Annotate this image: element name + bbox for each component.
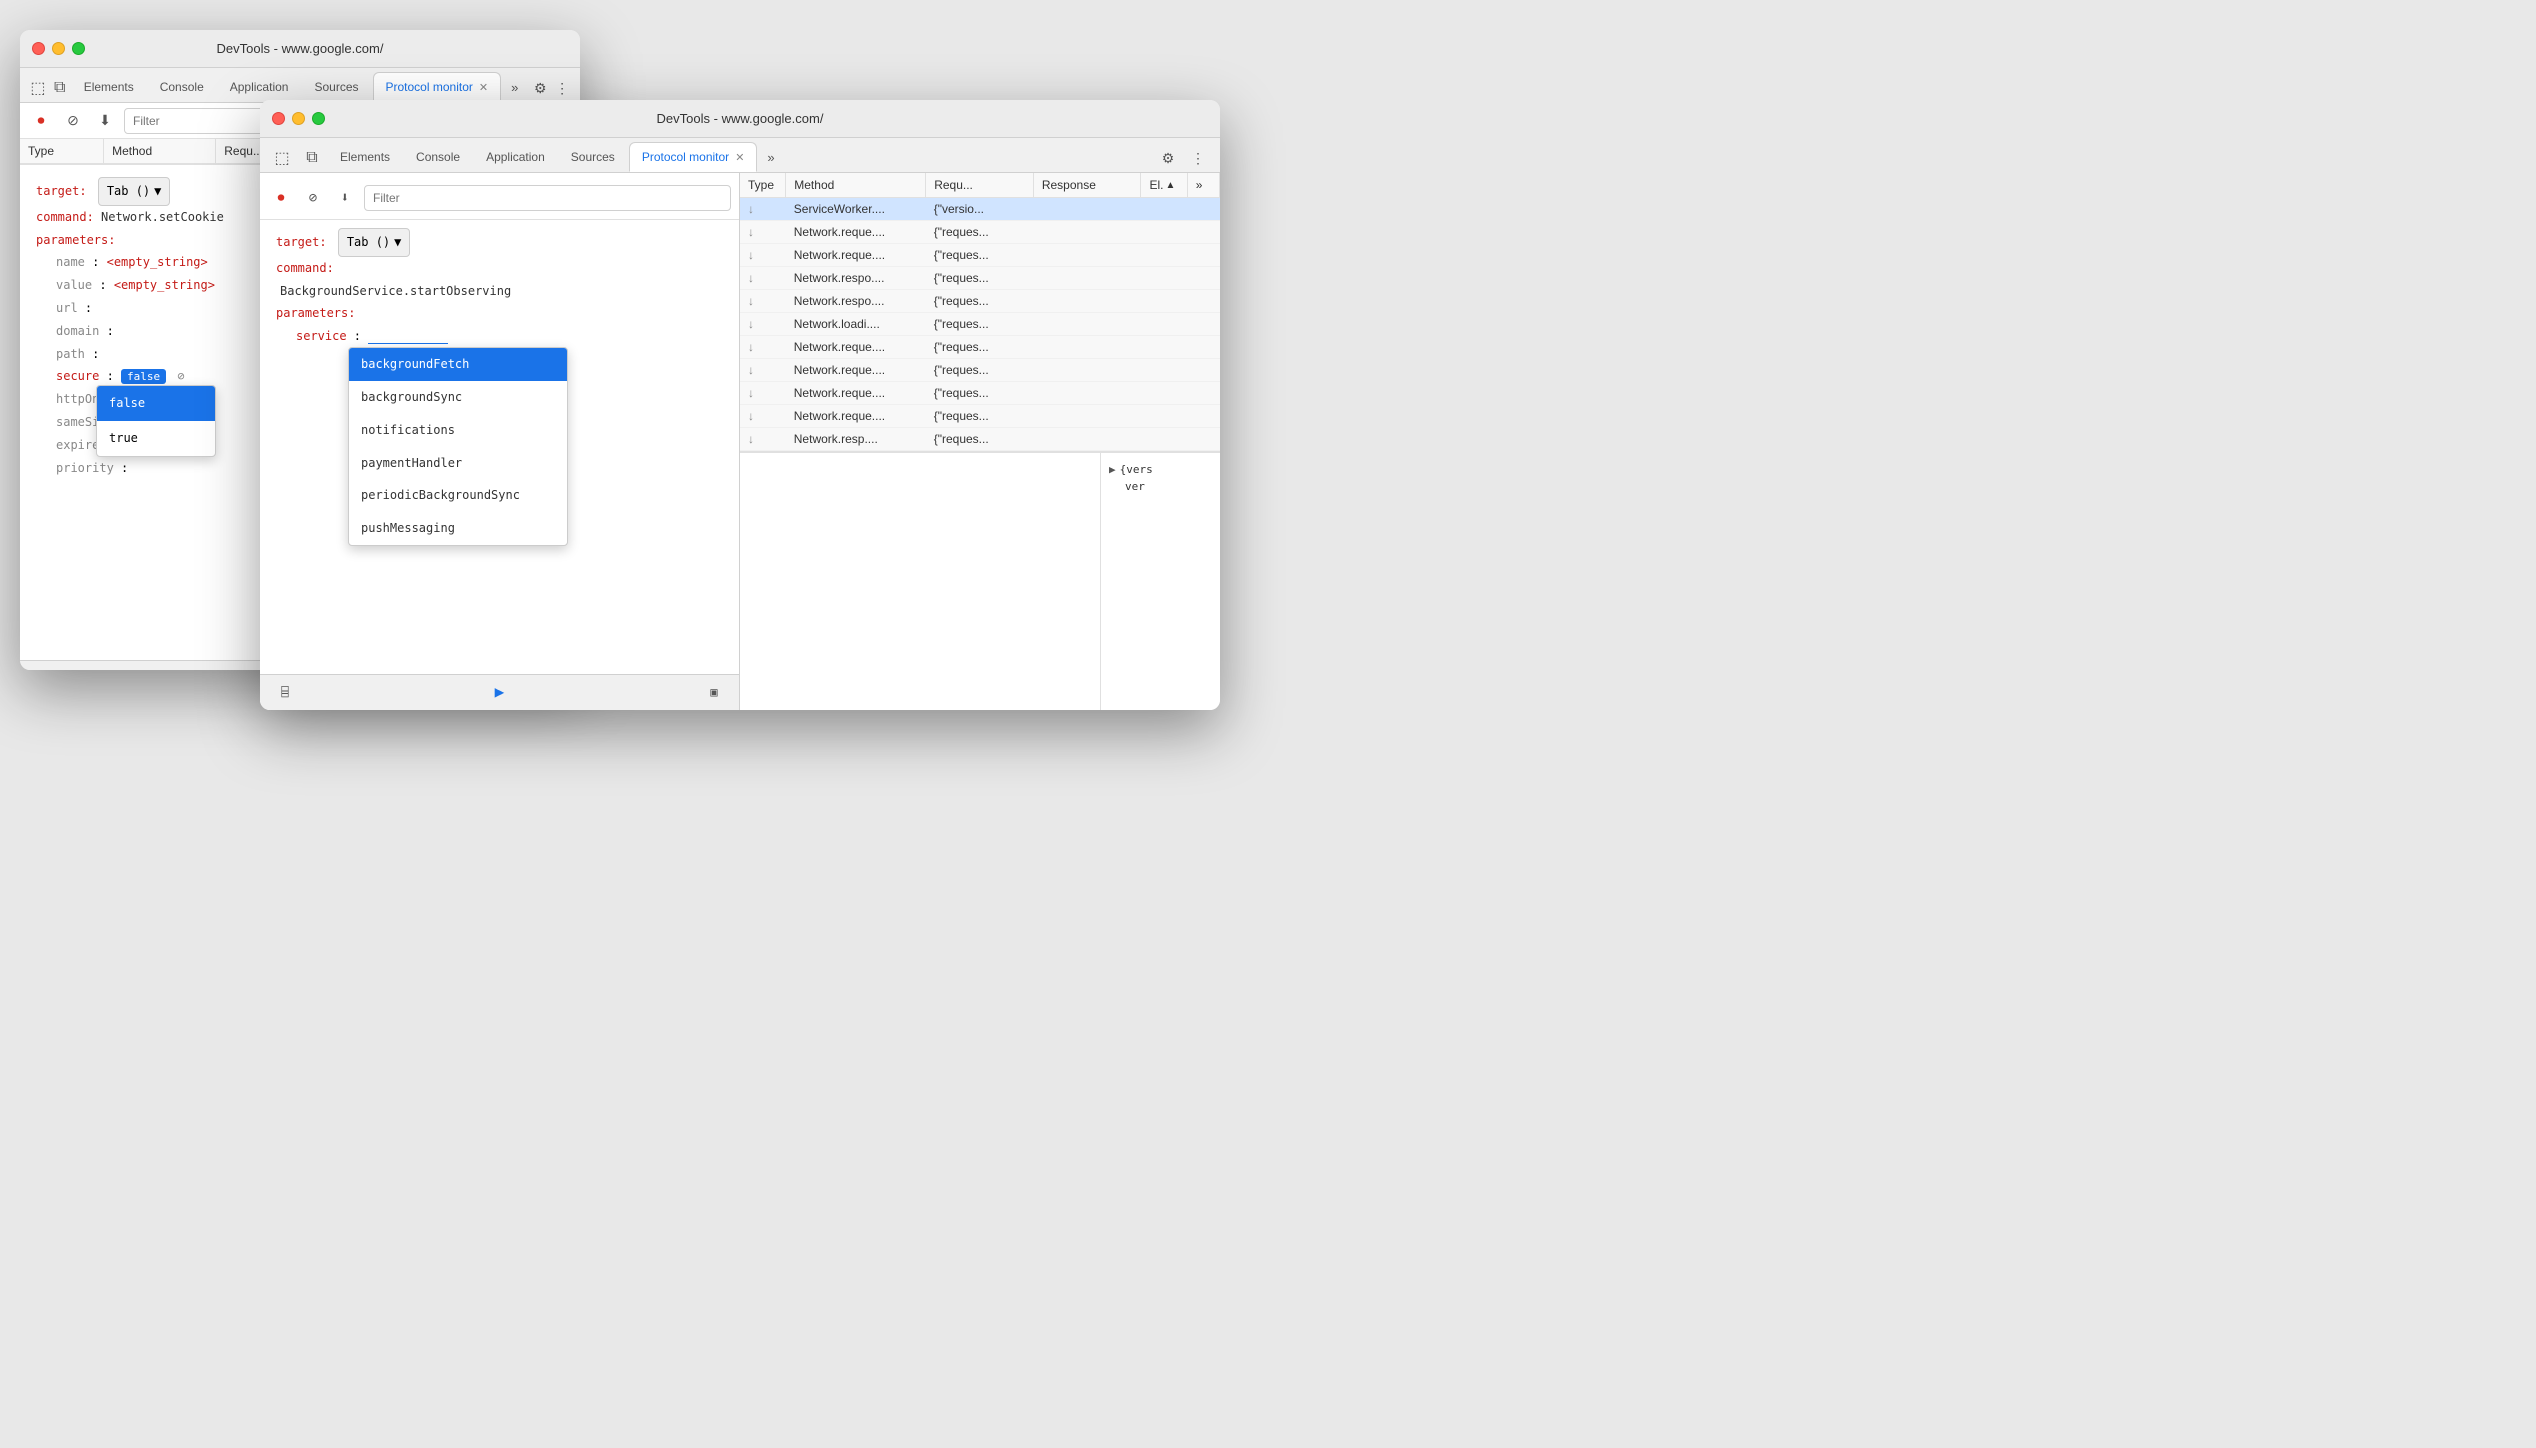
maximize-button-front[interactable]: [312, 112, 325, 125]
download-back[interactable]: ⬇: [92, 108, 118, 134]
tab-elements-front[interactable]: Elements: [328, 142, 402, 172]
service-autocomplete: backgroundFetch backgroundSync notificat…: [348, 347, 568, 546]
tab-bar-back: ⬚ ⧉ Elements Console Application Sources…: [20, 68, 580, 103]
autocomplete-pushMessaging[interactable]: pushMessaging: [349, 512, 567, 545]
front-body: ⏺ ⊘ ⬇ target: Tab () ▼ command: Backgrou…: [260, 173, 1220, 710]
bottom-bar-front: ⌸ ▶ ▣: [260, 674, 739, 710]
tab-close-front[interactable]: ✕: [735, 151, 744, 164]
tab-bar-front: ⬚ ⧉ Elements Console Application Sources…: [260, 138, 1220, 173]
settings-icon-front[interactable]: ⚙: [1154, 144, 1182, 172]
more-menu-front[interactable]: ⋮: [1184, 144, 1212, 172]
secure-clear-icon[interactable]: ⊘: [177, 369, 184, 383]
title-bar-front: DevTools - www.google.com/: [260, 100, 1220, 138]
target-dropdown-back[interactable]: Tab () ▼: [98, 177, 171, 206]
col-type-back: Type: [20, 139, 104, 164]
filter-input-front[interactable]: [364, 185, 731, 211]
stop-recording-front[interactable]: ⏺: [268, 185, 294, 211]
minimize-button[interactable]: [52, 42, 65, 55]
table-row[interactable]: ↓ Network.respo.... {"reques...: [740, 290, 1220, 313]
maximize-button[interactable]: [72, 42, 85, 55]
secure-value-badge[interactable]: false: [121, 369, 166, 384]
traffic-lights-front: [272, 112, 325, 125]
table-row[interactable]: ↓ Network.reque.... {"reques...: [740, 382, 1220, 405]
history-icon-front[interactable]: ▣: [701, 680, 727, 706]
download-front[interactable]: ⬇: [332, 185, 358, 211]
window-title-front: DevTools - www.google.com/: [657, 111, 824, 126]
tab-close-back[interactable]: ✕: [479, 81, 488, 94]
tab-application-back[interactable]: Application: [218, 72, 301, 102]
secure-dropdown: false true: [96, 385, 216, 457]
table-area-front: Type Method Requ... Response El.▲ » ↓ Se…: [740, 173, 1220, 452]
autocomplete-paymentHandler[interactable]: paymentHandler: [349, 447, 567, 480]
command-panel-front: ⏺ ⊘ ⬇ target: Tab () ▼ command: Backgrou…: [260, 173, 740, 710]
table-row[interactable]: ↓ Network.loadi.... {"reques...: [740, 313, 1220, 336]
send-button-front[interactable]: ▶: [487, 680, 513, 706]
tab-protocol-monitor-back[interactable]: Protocol monitor ✕: [373, 72, 502, 102]
table-row[interactable]: ↓ Network.reque.... {"reques...: [740, 244, 1220, 267]
window-title-back: DevTools - www.google.com/: [217, 41, 384, 56]
title-bar-back: DevTools - www.google.com/: [20, 30, 580, 68]
devtools-window-front: DevTools - www.google.com/ ⬚ ⧉ Elements …: [260, 100, 1220, 710]
col-el-front: El.▲: [1141, 173, 1187, 198]
clear-back[interactable]: ⊘: [60, 108, 86, 134]
inspect-icon-front[interactable]: ⬚: [268, 144, 296, 172]
clear-front[interactable]: ⊘: [300, 185, 326, 211]
layers-icon-front[interactable]: ⧉: [298, 144, 326, 172]
table-panel-front: Type Method Requ... Response El.▲ » ↓ Se…: [740, 173, 1220, 710]
autocomplete-periodicBackgroundSync[interactable]: periodicBackgroundSync: [349, 479, 567, 512]
service-input[interactable]: [368, 329, 448, 344]
more-menu-back[interactable]: ⋮: [552, 74, 572, 102]
col-request-front: Requ...: [926, 173, 1034, 198]
tab-protocol-monitor-front[interactable]: Protocol monitor ✕: [629, 142, 758, 172]
settings-icon-back[interactable]: ⚙: [530, 74, 550, 102]
col-method-front: Method: [786, 173, 926, 198]
inspect-icon[interactable]: ⬚: [28, 74, 48, 102]
autocomplete-backgroundFetch[interactable]: backgroundFetch: [349, 348, 567, 381]
table-row[interactable]: ↓ Network.reque.... {"reques...: [740, 221, 1220, 244]
tab-console-back[interactable]: Console: [148, 72, 216, 102]
tab-sources-back[interactable]: Sources: [302, 72, 370, 102]
target-dropdown-front[interactable]: Tab () ▼: [338, 228, 411, 257]
close-button[interactable]: [32, 42, 45, 55]
close-button-front[interactable]: [272, 112, 285, 125]
json-detail-panel: ▶{vers ver: [1100, 453, 1220, 710]
tab-application-front[interactable]: Application: [474, 142, 557, 172]
table-row[interactable]: ↓ Network.reque.... {"reques...: [740, 336, 1220, 359]
autocomplete-backgroundSync[interactable]: backgroundSync: [349, 381, 567, 414]
layers-icon[interactable]: ⧉: [50, 74, 70, 102]
table-row[interactable]: ↓ Network.reque.... {"reques...: [740, 405, 1220, 428]
col-type-front: Type: [740, 173, 786, 198]
more-tabs-front[interactable]: »: [759, 142, 782, 172]
option-true[interactable]: true: [97, 421, 215, 456]
more-tabs-back[interactable]: »: [503, 72, 526, 102]
table-row[interactable]: ↓ Network.resp.... {"reques...: [740, 428, 1220, 451]
minimize-button-front[interactable]: [292, 112, 305, 125]
option-false[interactable]: false: [97, 386, 215, 421]
autocomplete-notifications[interactable]: notifications: [349, 414, 567, 447]
tab-console-front[interactable]: Console: [404, 142, 472, 172]
traffic-lights-back: [32, 42, 85, 55]
tab-elements-back[interactable]: Elements: [72, 72, 146, 102]
json-tree-item[interactable]: ver: [1109, 478, 1212, 495]
stop-recording-back[interactable]: ⏺: [28, 108, 54, 134]
dock-icon-back[interactable]: ⌸: [32, 666, 58, 671]
col-more-front[interactable]: »: [1187, 173, 1219, 198]
col-method-back: Method: [104, 139, 216, 164]
json-tree-item[interactable]: ▶{vers: [1109, 461, 1212, 478]
table-row-highlighted[interactable]: ↓ ServiceWorker.... {"versio...: [740, 198, 1220, 221]
tab-sources-front[interactable]: Sources: [559, 142, 627, 172]
col-response-front: Response: [1033, 173, 1141, 198]
table-row[interactable]: ↓ Network.respo.... {"reques...: [740, 267, 1220, 290]
table-row[interactable]: ↓ Network.reque.... {"reques...: [740, 359, 1220, 382]
dock-icon-front[interactable]: ⌸: [272, 680, 298, 706]
